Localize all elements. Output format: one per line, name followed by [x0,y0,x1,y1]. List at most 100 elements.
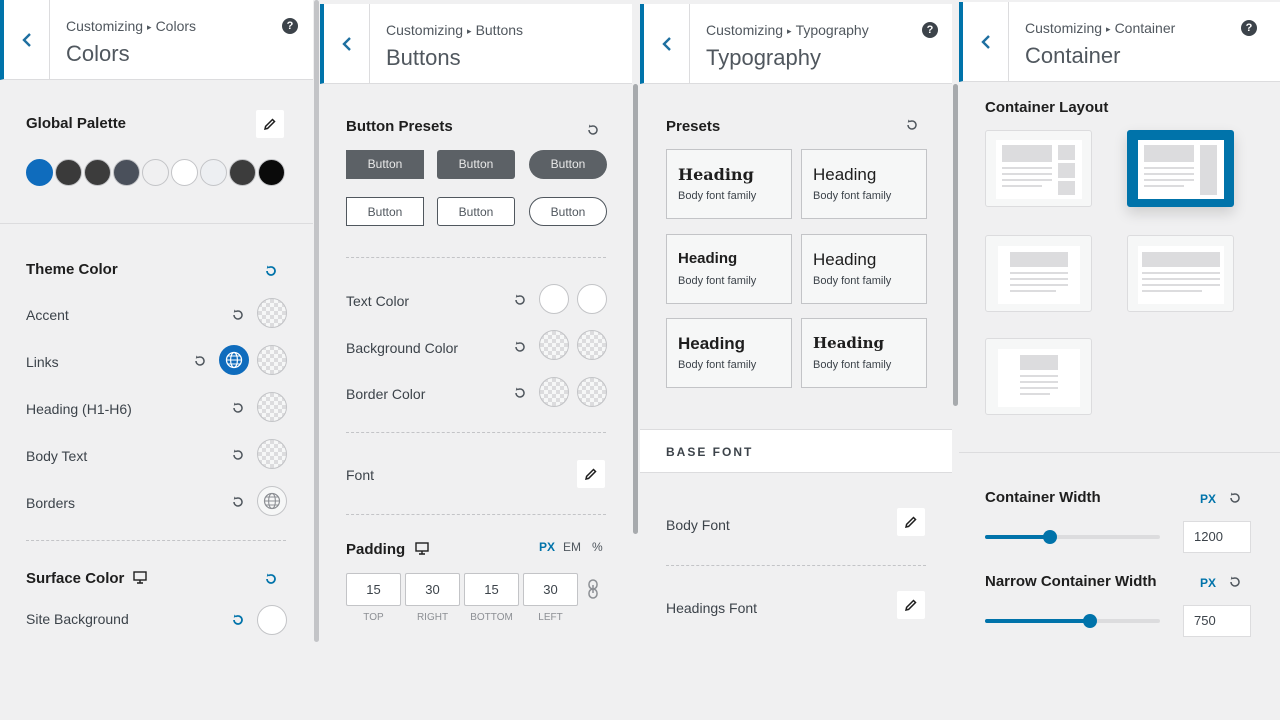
reset-icon[interactable] [905,118,919,132]
global-palette-label: Global Palette [26,115,127,132]
narrow-width-unit[interactable]: PX [1200,576,1216,590]
palette-swatch-4[interactable] [113,159,140,186]
borders-color-swatch[interactable] [257,486,287,516]
palette-swatch-5[interactable] [142,159,169,186]
back-button[interactable] [4,0,50,80]
slider-handle[interactable] [1083,614,1097,628]
background-color-swatch[interactable] [539,330,569,360]
button-preset-outline-square[interactable]: Button [346,197,424,226]
button-preset-filled-square[interactable]: Button [346,150,424,179]
reset-icon[interactable] [231,401,245,415]
edit-body-font-button[interactable] [897,508,925,536]
border-hover-color-swatch[interactable] [577,377,607,407]
border-color-swatch[interactable] [539,377,569,407]
palette-swatch-9[interactable] [258,159,285,186]
palette-swatch-6[interactable] [171,159,198,186]
scrollbar[interactable] [633,84,638,534]
reset-icon[interactable] [513,340,527,354]
layout-boxed-sidebar[interactable] [1127,130,1234,207]
text-color-swatch[interactable] [539,284,569,314]
preset-body: Body font family [678,275,757,287]
reset-icon[interactable] [1228,575,1242,589]
padding-bottom-input[interactable]: 15 [464,573,519,606]
container-width-slider[interactable] [985,530,1160,544]
body-text-label: Body Text [26,448,88,464]
site-background-swatch[interactable] [257,605,287,635]
reset-icon[interactable] [231,448,245,462]
back-button[interactable] [644,4,690,84]
breadcrumb-section: Container [1114,20,1176,36]
help-icon[interactable]: ? [282,18,298,34]
edit-headings-font-button[interactable] [897,591,925,619]
typography-preset-4[interactable]: Heading Body font family [801,234,927,304]
layout-line [1010,284,1068,286]
reset-icon[interactable] [231,308,245,322]
palette-swatch-8[interactable] [229,159,256,186]
button-preset-filled-pill[interactable]: Button [529,150,607,179]
palette-swatch-3[interactable] [84,159,111,186]
edit-font-button[interactable] [577,460,605,488]
container-width-input[interactable]: 1200 [1183,521,1251,553]
typography-preset-3[interactable]: Heading Body font family [666,234,792,304]
unit-percent[interactable]: % [592,540,603,554]
layout-right-sidebar[interactable] [985,130,1092,207]
button-preset-filled-rounded[interactable]: Button [437,150,515,179]
breadcrumb: Customizing ▸ Typography [706,22,869,38]
reset-icon[interactable] [1228,491,1242,505]
breadcrumb-root: Customizing [386,22,464,38]
reset-icon[interactable] [513,386,527,400]
body-text-color-swatch[interactable] [257,439,287,469]
layout-full-width[interactable] [1127,235,1234,312]
layout-preview [998,349,1080,407]
link-values-icon[interactable] [586,579,600,604]
links-hover-swatch[interactable] [257,345,287,375]
desktop-icon[interactable] [132,571,147,584]
reset-icon[interactable] [513,293,527,307]
help-icon[interactable]: ? [922,22,938,38]
back-button[interactable] [963,2,1009,82]
container-width-unit[interactable]: PX [1200,492,1216,506]
palette-swatch-2[interactable] [55,159,82,186]
edit-palette-button[interactable] [256,110,284,138]
heading-label: Heading (H1-H6) [26,401,132,417]
typography-preset-5[interactable]: Heading Body font family [666,318,792,388]
links-color-swatch[interactable] [219,345,249,375]
breadcrumb-arrow-icon: ▸ [467,26,472,36]
reset-icon[interactable] [193,354,207,368]
scrollbar[interactable] [314,0,319,642]
layout-preview [1138,246,1224,304]
reset-icon[interactable] [586,123,600,137]
slider-handle[interactable] [1043,530,1057,544]
breadcrumb: Customizing ▸ Colors [66,18,196,34]
reset-icon[interactable] [264,264,278,278]
layout-narrow[interactable] [985,235,1092,312]
unit-px[interactable]: PX [539,540,555,554]
typography-preset-2[interactable]: Heading Body font family [801,149,927,219]
narrow-width-slider[interactable] [985,614,1160,628]
container-width-label: Container Width [985,489,1101,506]
text-hover-color-swatch[interactable] [577,284,607,314]
desktop-icon[interactable] [415,542,430,555]
background-hover-color-swatch[interactable] [577,330,607,360]
scrollbar[interactable] [953,84,958,406]
heading-color-swatch[interactable] [257,392,287,422]
reset-icon[interactable] [231,613,245,627]
breadcrumb-section: Buttons [475,22,524,38]
padding-top-input[interactable]: 15 [346,573,401,606]
typography-preset-1[interactable]: Heading Body font family [666,149,792,219]
back-button[interactable] [324,4,370,84]
unit-em[interactable]: EM [563,540,581,554]
palette-swatch-7[interactable] [200,159,227,186]
reset-icon[interactable] [231,495,245,509]
button-preset-outline-rounded[interactable]: Button [437,197,515,226]
layout-content-narrow[interactable] [985,338,1092,415]
accent-color-swatch[interactable] [257,298,287,328]
reset-icon[interactable] [264,572,278,586]
padding-right-input[interactable]: 30 [405,573,460,606]
button-preset-outline-pill[interactable]: Button [529,197,607,226]
help-icon[interactable]: ? [1241,20,1257,36]
palette-swatch-1[interactable] [26,159,53,186]
narrow-width-input[interactable]: 750 [1183,605,1251,637]
typography-preset-6[interactable]: Heading Body font family [801,318,927,388]
padding-left-input[interactable]: 30 [523,573,578,606]
